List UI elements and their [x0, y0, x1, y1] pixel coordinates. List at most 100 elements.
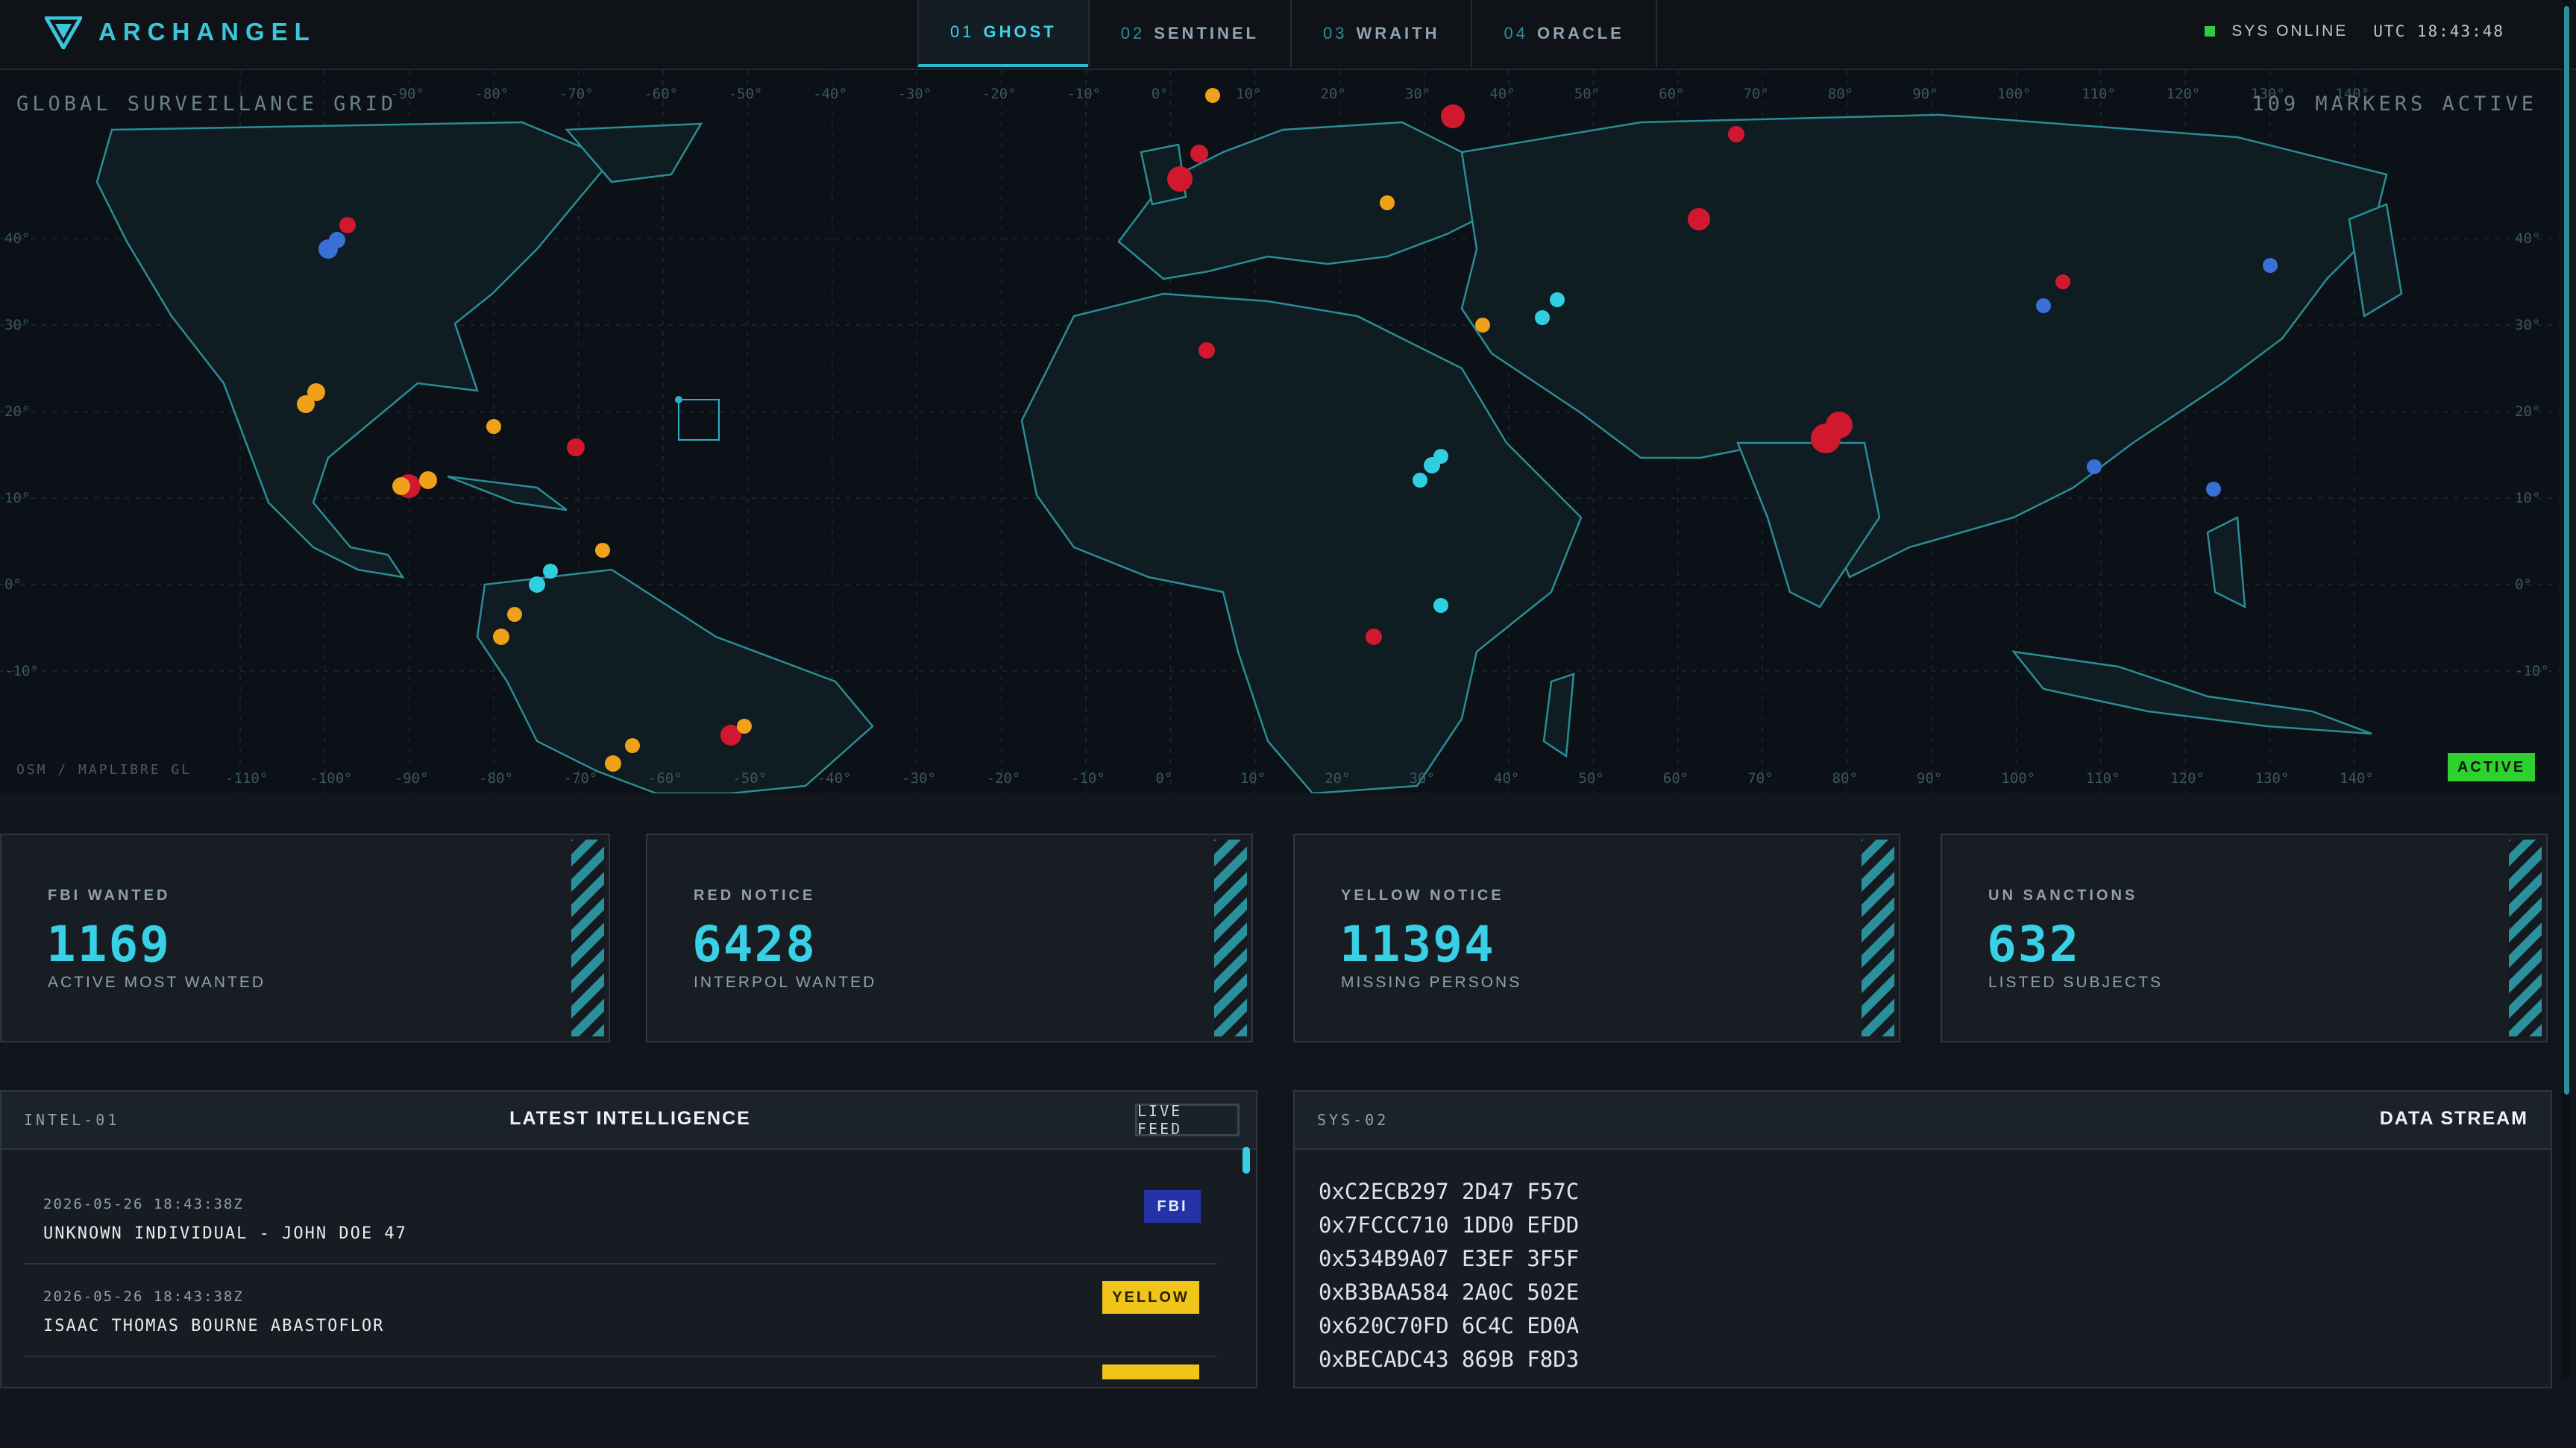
stat-label: UN SANCTIONS [1988, 887, 2138, 904]
longitude-label-top: 110° [2082, 86, 2116, 102]
tab-oracle[interactable]: 04 ORACLE [1471, 0, 1657, 67]
longitude-label-top: -70° [559, 86, 594, 102]
feed-item[interactable]: 2026-05-26 18:43:38Z ISAAC THOMAS BOURNE… [24, 1265, 1217, 1357]
hazard-stripes [571, 840, 604, 1036]
stream-line: 0xB3BAA584 2A0C 502E [1319, 1279, 1580, 1305]
longitude-label: 140° [2340, 770, 2374, 787]
longitude-label-top: -40° [813, 86, 847, 102]
stat-subtitle: LISTED SUBJECTS [1988, 974, 2164, 991]
stat-card-un-sanctions[interactable]: UN SANCTIONS 632 LISTED SUBJECTS [1941, 834, 2548, 1042]
longitude-label: 60° [1663, 770, 1688, 787]
stream-line: 0x7FCCC710 1DD0 EFDD [1319, 1212, 1580, 1238]
longitude-label: -60° [648, 770, 682, 787]
stat-label: YELLOW NOTICE [1341, 887, 1504, 904]
hazard-stripes [1214, 840, 1247, 1036]
stat-card-yellow-notice[interactable]: YELLOW NOTICE 11394 MISSING PERSONS [1293, 834, 1900, 1042]
page-scrollbar-thumb[interactable] [2564, 6, 2569, 1095]
longitude-label: -80° [479, 770, 513, 787]
longitude-label: 90° [1917, 770, 1942, 787]
status-indicator-icon [2205, 26, 2216, 37]
hazard-stripes [2509, 840, 2542, 1036]
tab-label: GHOST [983, 22, 1057, 41]
tab-wraith[interactable]: 03 WRAITH [1290, 0, 1471, 67]
caribbean-islands [447, 475, 568, 511]
latitude-label-left: 0° [4, 576, 22, 593]
panel-title: LATEST INTELLIGENCE [509, 1108, 751, 1129]
longitude-label: 100° [2001, 770, 2035, 787]
longitude-label: 20° [1325, 770, 1350, 787]
stream-line: 0xC2ECB297 2D47 F57C [1319, 1179, 1580, 1204]
india-landmass [1736, 441, 1881, 608]
longitude-label-top: -50° [729, 86, 763, 102]
indonesia-islands [2011, 650, 2372, 735]
longitude-label: 0° [1155, 770, 1172, 787]
latitude-label-right: 10° [2515, 490, 2540, 506]
longitude-label: -70° [564, 770, 598, 787]
panel-header: SYS-02 DATA STREAM [1295, 1092, 2551, 1150]
longitude-label: -20° [987, 770, 1021, 787]
feed-item-partial[interactable] [24, 1357, 1217, 1448]
longitude-label-top: 70° [1744, 86, 1769, 102]
markers-count: 109 MARKERS ACTIVE [2252, 92, 2537, 116]
hazard-stripes [1862, 840, 1894, 1036]
stat-subtitle: INTERPOL WANTED [694, 974, 877, 991]
map-attribution[interactable]: OSM / MAPLIBRE GL [16, 762, 192, 778]
longitude-label-top: -10° [1066, 86, 1101, 102]
longitude-label-top: 0° [1152, 86, 1169, 102]
asia-landmass [1460, 113, 2388, 579]
longitude-label-top: -80° [475, 86, 509, 102]
longitude-label: 80° [1832, 770, 1858, 787]
latitude-label-left: 10° [4, 490, 30, 506]
selection-box [675, 396, 720, 441]
stat-card-red-notice[interactable]: RED NOTICE 6428 INTERPOL WANTED [646, 834, 1253, 1042]
intel-scrollbar-thumb[interactable] [1243, 1147, 1250, 1174]
tab-number: 04 [1504, 24, 1528, 43]
feed-badge-fbi: FBI [1144, 1190, 1201, 1223]
stat-card-fbi-wanted[interactable]: FBI WANTED 1169 ACTIVE MOST WANTED [0, 834, 610, 1042]
panel-id: SYS-02 [1317, 1111, 1389, 1129]
longitude-label-top: 100° [1997, 86, 2032, 102]
longitude-label-top: 90° [1912, 86, 1938, 102]
longitude-label: 70° [1747, 770, 1773, 787]
panel-title: DATA STREAM [2379, 1108, 2528, 1129]
africa-landmass [1020, 292, 1583, 793]
feed-timestamp: 2026-05-26 18:43:38Z [43, 1288, 244, 1305]
tab-ghost[interactable]: 01 GHOST [917, 0, 1088, 67]
map-active-badge: ACTIVE [2448, 753, 2535, 781]
map-canvas[interactable]: -110° -100° -90°-90°-80°-80°-70°-70°-60°-6… [0, 70, 2560, 793]
longitude-label-top: 80° [1828, 86, 1853, 102]
feed-item[interactable]: 2026-05-26 18:43:38Z UNKNOWN INDIVIDUAL … [24, 1172, 1217, 1265]
intel-panel: INTEL-01 LATEST INTELLIGENCE LIVE FEED 2… [0, 1090, 1257, 1388]
live-feed-button[interactable]: LIVE FEED [1135, 1102, 1240, 1138]
feed-subject-name: ISAAC THOMAS BOURNE ABASTOFLOR [43, 1317, 385, 1335]
philippines-islands [2206, 516, 2246, 609]
stat-subtitle: ACTIVE MOST WANTED [48, 974, 266, 991]
longitude-label: -10° [1071, 770, 1105, 787]
stream-line: 0x620C70FD 6C4C ED0A [1319, 1313, 1580, 1338]
tab-sentinel[interactable]: 02 SENTINEL [1087, 0, 1290, 67]
chevron-logo-icon [45, 16, 82, 49]
utc-clock: UTC 18:43:48 [2373, 22, 2504, 40]
latitude-label-left: 40° [4, 230, 30, 247]
madagascar-landmass [1542, 673, 1575, 758]
stream-line: 0xBECADC43 869B F8D3 [1319, 1347, 1580, 1372]
tab-label: ORACLE [1536, 24, 1624, 43]
longitude-label-top: 10° [1236, 86, 1261, 102]
system-status-text: SYS ONLINE [2231, 22, 2349, 40]
latitude-label-right: 0° [2515, 576, 2532, 593]
world-map[interactable]: -110° -100° -90° -90° -80° -80° -70° -70° -60° -6… [0, 70, 2560, 793]
latitude-label-right: 30° [2515, 317, 2540, 333]
main-nav: 01 GHOST 02 SENTINEL 03 WRAITH 04 ORACLE [917, 0, 1657, 69]
feed-badge-yellow [1102, 1364, 1199, 1379]
land-masses [95, 113, 2403, 793]
tab-label: SENTINEL [1154, 24, 1259, 43]
stat-subtitle: MISSING PERSONS [1341, 974, 1522, 991]
longitude-label-top: 120° [2167, 86, 2201, 102]
panel-header: INTEL-01 LATEST INTELLIGENCE LIVE FEED [1, 1092, 1256, 1150]
data-stream-panel: SYS-02 DATA STREAM 0xC2ECB297 2D47 F57C … [1293, 1090, 2552, 1388]
tab-label: WRAITH [1356, 24, 1440, 43]
longitude-label: -50° [732, 770, 767, 787]
longitude-label: -40° [817, 770, 852, 787]
tab-number: 01 [950, 22, 975, 41]
south-america-landmass [476, 568, 874, 793]
